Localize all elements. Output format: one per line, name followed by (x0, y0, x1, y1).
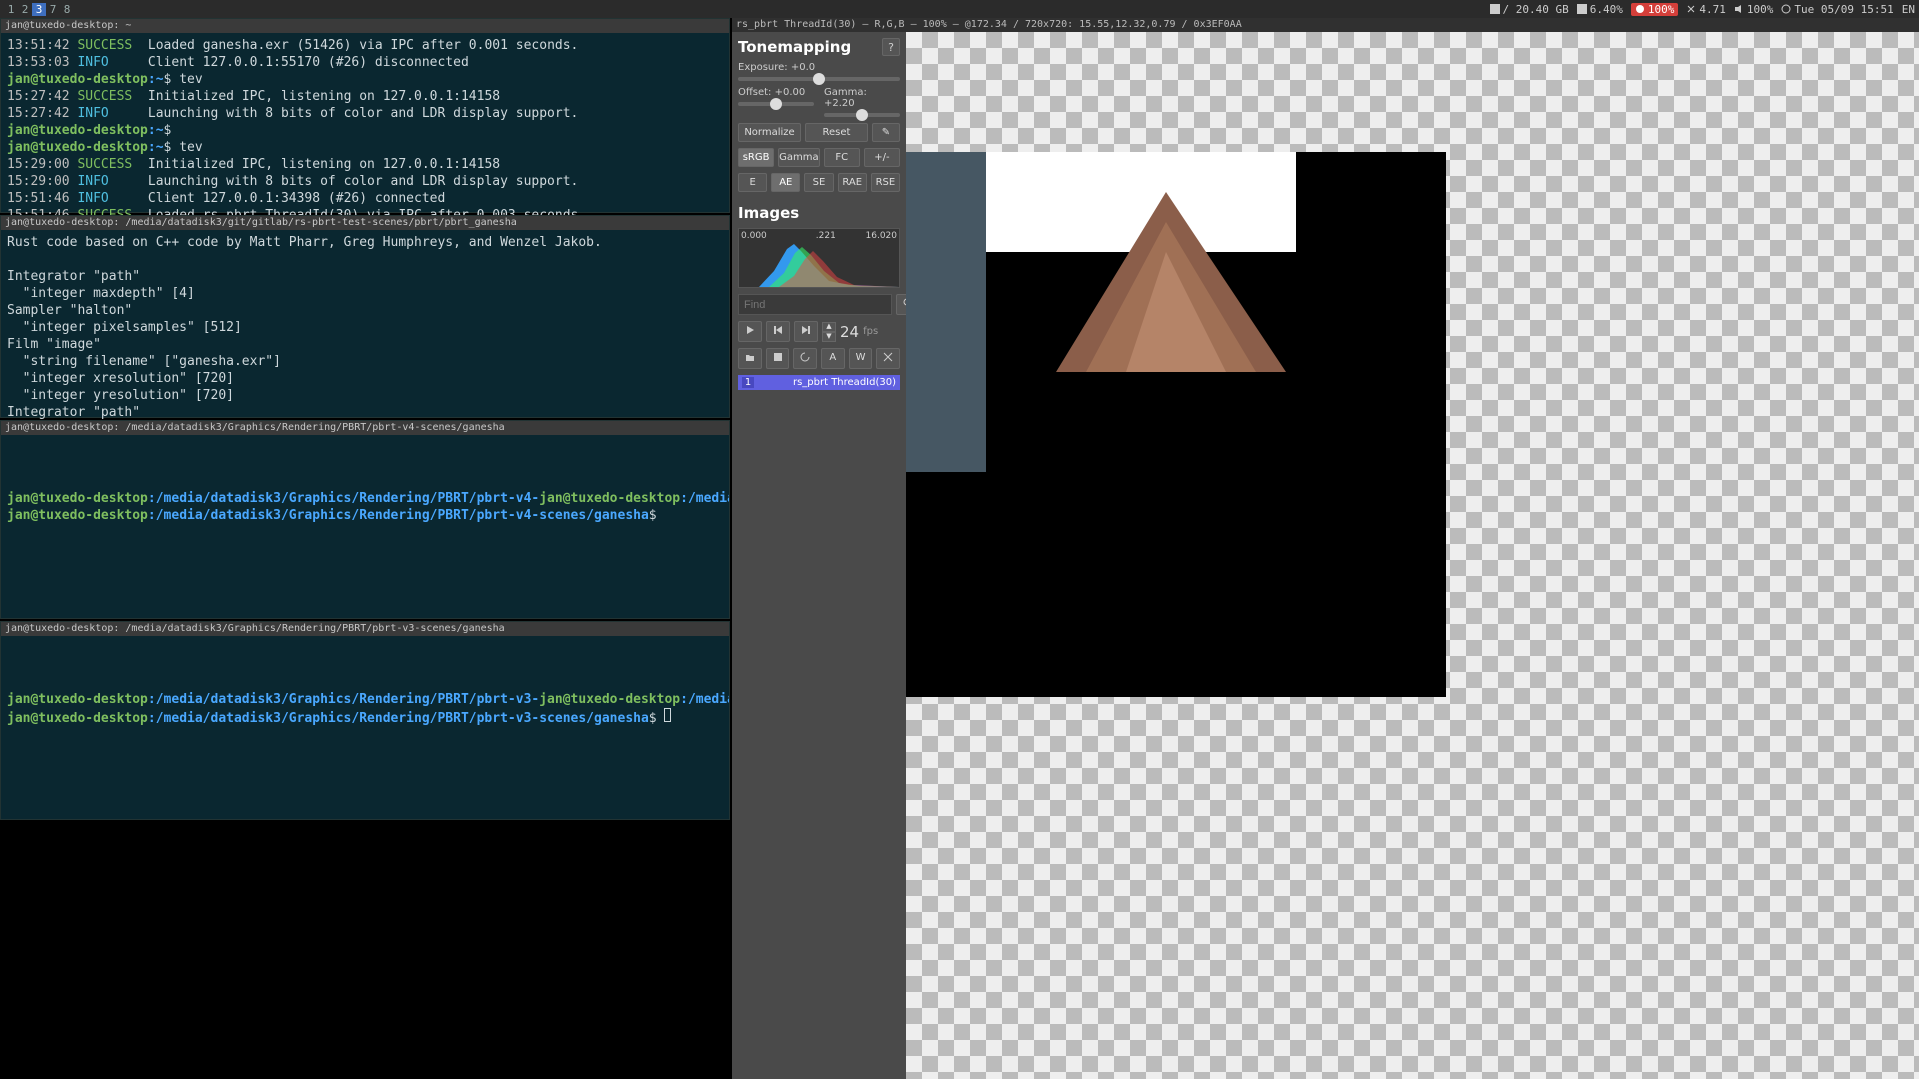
terminal-pane-home[interactable]: jan@tuxedo-desktop: ~ 13:51:42 SUCCESS L… (0, 18, 730, 213)
clock-icon (1781, 4, 1791, 14)
find-input[interactable] (738, 294, 892, 315)
terminal-pane-rspbrt[interactable]: jan@tuxedo-desktop: /media/datadisk3/git… (0, 215, 730, 418)
pane-title: jan@tuxedo-desktop: /media/datadisk3/Gra… (1, 622, 729, 636)
hist-min: 0.000 (741, 231, 767, 241)
cpu-warning: 100% (1631, 3, 1679, 16)
play-button[interactable] (738, 321, 762, 342)
histogram[interactable]: 0.000 .221 16.020 (738, 228, 900, 288)
image-index: 1 (742, 377, 754, 388)
hist-mid: .221 (816, 231, 836, 241)
tonemapping-heading: Tonemapping (738, 38, 851, 56)
close-button[interactable] (876, 348, 900, 369)
disk-icon (1490, 4, 1500, 14)
normalize-button[interactable]: Normalize (738, 123, 801, 142)
reload-icon (800, 352, 810, 362)
plusminus-button[interactable]: +/- (864, 148, 900, 167)
tev-title-bar: rs_pbrt ThreadId(30) – R,G,B – 100% – @1… (732, 18, 1919, 32)
terminal-body[interactable]: jan@tuxedo-desktop:/media/datadisk3/Grap… (1, 435, 729, 528)
ae-button[interactable]: AE (771, 173, 800, 192)
pane-title: jan@tuxedo-desktop: /media/datadisk3/git… (1, 216, 729, 230)
workspace-switcher: 1 2 3 7 8 (4, 3, 74, 16)
cursor (664, 708, 671, 722)
volume[interactable]: 100% (1734, 3, 1774, 16)
image-canvas[interactable] (906, 32, 1919, 1079)
srgb-button[interactable]: sRGB (738, 148, 774, 167)
histogram-plot (739, 241, 899, 287)
terminal-body[interactable]: jan@tuxedo-desktop:/media/datadisk3/Grap… (1, 636, 729, 731)
reload-all-button[interactable]: A (821, 348, 845, 369)
help-button[interactable]: ? (882, 38, 900, 56)
prev-button[interactable] (766, 321, 790, 342)
image-name: rs_pbrt ThreadId(30) (793, 377, 896, 388)
chip-icon (1577, 4, 1587, 14)
system-tray: / 20.40 GB 6.40% 100% 4.71 100% Tue 05/0… (1490, 3, 1915, 16)
terminal-stack: jan@tuxedo-desktop: ~ 13:51:42 SUCCESS L… (0, 18, 730, 1079)
terminal-pane-v4[interactable]: jan@tuxedo-desktop: /media/datadisk3/Gra… (0, 420, 730, 619)
open-button[interactable] (738, 348, 762, 369)
se-button[interactable]: SE (804, 173, 833, 192)
pane-title: jan@tuxedo-desktop: /media/datadisk3/Gra… (1, 421, 729, 435)
tev-sidebar: Tonemapping ? Exposure: +0.0 Offset: +0.… (732, 32, 906, 1079)
disk-usage: / 20.40 GB (1490, 3, 1569, 16)
exposure-slider[interactable] (738, 77, 900, 81)
save-icon (773, 352, 783, 362)
keyboard-layout[interactable]: EN (1902, 3, 1915, 16)
tev-viewer: rs_pbrt ThreadId(30) – R,G,B – 100% – @1… (732, 18, 1919, 1079)
image-list-item[interactable]: 1 rs_pbrt ThreadId(30) (738, 375, 900, 390)
fps-unit: fps (863, 326, 878, 337)
rse-button[interactable]: RSE (871, 173, 900, 192)
play-icon (745, 325, 755, 335)
workspace-2[interactable]: 2 (18, 3, 32, 16)
gamma-label: Gamma: +2.20 (824, 87, 900, 109)
load-average: 4.71 (1686, 3, 1726, 16)
offset-label: Offset: +0.00 (738, 87, 814, 98)
next-button[interactable] (794, 321, 818, 342)
rae-button[interactable]: RAE (838, 173, 867, 192)
render-preview (906, 152, 1446, 697)
close-icon (883, 352, 893, 362)
folder-icon (745, 352, 755, 362)
reload-button[interactable] (793, 348, 817, 369)
chevron-down-icon[interactable]: ▼ (822, 332, 836, 342)
ram-usage: 6.40% (1577, 3, 1623, 16)
exposure-label: Exposure: +0.0 (738, 62, 900, 73)
offset-slider[interactable] (738, 102, 814, 106)
gamma-button[interactable]: Gamma (778, 148, 820, 167)
fc-button[interactable]: FC (824, 148, 860, 167)
clock: Tue 05/09 15:51 (1781, 3, 1893, 16)
hist-max: 16.020 (866, 231, 898, 241)
top-bar: 1 2 3 7 8 / 20.40 GB 6.40% 100% 4.71 100… (0, 0, 1919, 18)
terminal-pane-v3[interactable]: jan@tuxedo-desktop: /media/datadisk3/Gra… (0, 621, 730, 820)
workspace-1[interactable]: 1 (4, 3, 18, 16)
gauge-icon (1635, 4, 1645, 14)
ganesha-mesh-icon (1026, 182, 1306, 372)
skip-prev-icon (773, 325, 783, 335)
pane-title: jan@tuxedo-desktop: ~ (1, 19, 729, 33)
images-heading: Images (738, 204, 900, 222)
chevron-up-icon[interactable]: ▲ (822, 322, 836, 332)
reset-button[interactable]: Reset (805, 123, 868, 142)
workspace-3[interactable]: 3 (32, 3, 46, 16)
save-button[interactable] (766, 348, 790, 369)
watch-button[interactable]: W (849, 348, 873, 369)
speaker-icon (1734, 4, 1744, 14)
skip-next-icon (801, 325, 811, 335)
fps-value: 24 (840, 323, 859, 341)
e-button[interactable]: E (738, 173, 767, 192)
fps-stepper[interactable]: ▲▼ (822, 322, 836, 342)
eyedropper-button[interactable]: ✎ (872, 123, 900, 142)
workspace-7[interactable]: 7 (46, 3, 60, 16)
gamma-slider[interactable] (824, 113, 900, 117)
workspace-8[interactable]: 8 (60, 3, 74, 16)
share-icon (1686, 4, 1696, 14)
